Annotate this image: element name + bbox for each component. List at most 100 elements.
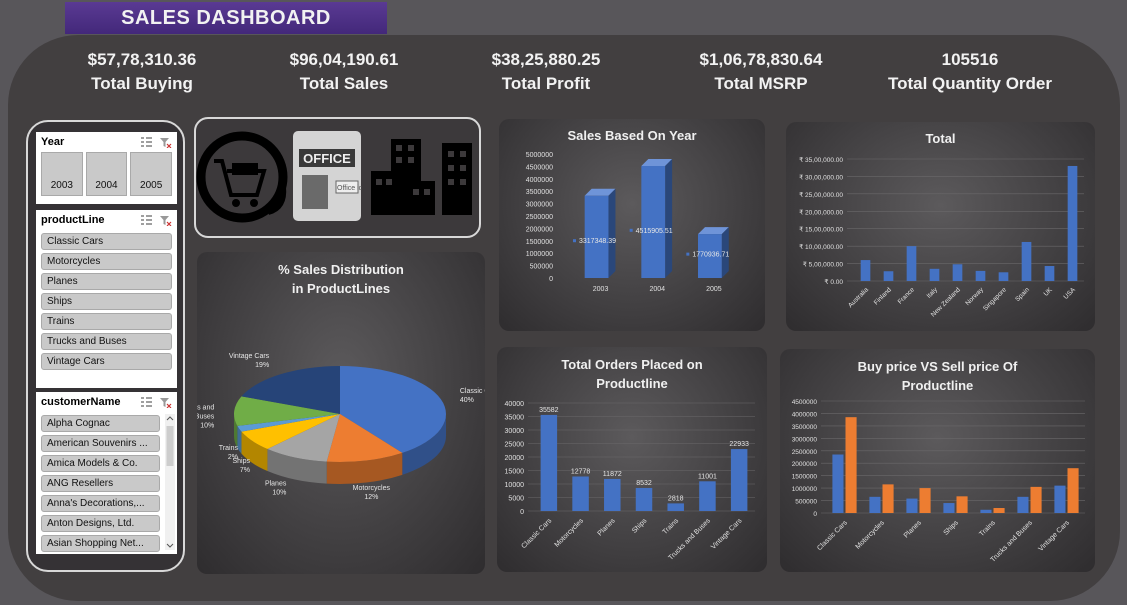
kpi-value: $38,25,880.25 — [491, 50, 601, 69]
y-tick-label: 2000000 — [792, 461, 818, 468]
country-chart-svg: ₹ 35,00,000.00 ₹ 30,00,000.00 ₹ 25,00,000.… — [799, 156, 1084, 319]
x-tick-label: 2003 — [593, 286, 609, 293]
data-label-marker — [573, 239, 576, 243]
pie-chart-svg: Classic Cars40%Motorcycles12%Planes10%Sh… — [197, 353, 485, 501]
x-tick-label: Vintage Cars — [710, 517, 744, 551]
data-label: 12778 — [571, 468, 591, 475]
bar-side — [665, 159, 673, 278]
y-tick-label: 4500000 — [792, 399, 818, 406]
slicer-item-customer[interactable]: Anton Designs, Ltd. — [41, 515, 160, 532]
x-tick-label: Ships — [943, 519, 961, 537]
bar-buy-price — [943, 503, 955, 513]
y-tick-label: ₹ 5,00,000.00 — [803, 261, 844, 269]
slicer-item-year-2004[interactable]: 2004 — [85, 152, 128, 196]
chart-buy-vs-sell: Buy price VS Sell price Of Productline 4… — [780, 349, 1095, 572]
multi-select-icon[interactable] — [140, 214, 153, 226]
slicer-item-productline[interactable]: Trucks and Buses — [41, 333, 172, 350]
x-tick-label: Singapore — [982, 286, 1008, 312]
icon-banner: OFFICE Office ic — [194, 117, 481, 238]
y-tick-label: 5000 — [508, 496, 524, 503]
multi-select-icon[interactable] — [140, 396, 153, 408]
bar — [975, 270, 986, 281]
slicer-item-customer[interactable]: Alpha Cognac — [41, 415, 160, 432]
office-building-icon: OFFICE Office ic — [293, 131, 363, 221]
slicer-item-productline[interactable]: Motorcycles — [41, 253, 172, 270]
chart-sales-by-year: Sales Based On Year 5000000 4500000 400000… — [499, 119, 765, 331]
bar — [730, 449, 748, 511]
customer-scrollbar[interactable] — [165, 414, 175, 550]
x-tick-label: Planes — [903, 519, 923, 539]
kpi-value: 105516 — [941, 50, 999, 69]
data-label: 11872 — [603, 471, 622, 478]
data-label: 22933 — [729, 441, 749, 448]
bar — [1021, 241, 1032, 281]
kpi-label: Total Buying — [91, 74, 193, 93]
data-label: 8532 — [636, 480, 652, 487]
y-tick-label: 1000000 — [526, 251, 553, 258]
bar — [883, 271, 894, 281]
y-tick-label: 2500000 — [526, 214, 553, 221]
y-tick-label: 500000 — [530, 264, 553, 271]
buysell-chart-svg: 4500000 4000000 3500000 3000000 2500000 20000… — [792, 399, 1085, 564]
x-tick-label: Vintage Cars — [1037, 519, 1071, 553]
y-tick-label: 3500000 — [526, 189, 553, 196]
slicer-productline: productLine Classic Cars Motorcycles Pla… — [36, 210, 177, 388]
slicer-header: productLine — [36, 210, 177, 230]
pie-label-name: Classic Cars — [460, 388, 485, 395]
y-tick-label: 15000 — [505, 469, 525, 476]
data-label: 35582 — [539, 407, 559, 414]
shopping-cart-at-icon — [196, 131, 288, 223]
kpi-label: Total MSRP — [714, 74, 808, 93]
multi-select-icon[interactable] — [140, 136, 153, 148]
slicer-item-productline[interactable]: Trains — [41, 313, 172, 330]
bar-side — [608, 188, 616, 278]
clear-filter-icon[interactable] — [159, 137, 172, 148]
slicer-item-productline[interactable]: Classic Cars — [41, 233, 172, 250]
bar — [998, 272, 1009, 281]
y-tick-label: 25000 — [505, 442, 525, 449]
bar-buy-price — [869, 496, 881, 513]
chart-country-total: Total ₹ 35,00,000.00 ₹ 30,00,000.00 ₹ 25,0… — [786, 122, 1095, 331]
x-tick-label: Trains — [662, 517, 681, 536]
bar — [906, 246, 917, 281]
slicer-item-customer[interactable]: American Souvenirs ... — [41, 435, 160, 452]
slicer-item-customer[interactable]: Anna's Decorations,... — [41, 495, 160, 512]
clear-filter-icon[interactable] — [159, 215, 172, 226]
pie-label-pct: 12% — [364, 494, 378, 501]
clear-filter-icon[interactable] — [159, 397, 172, 408]
slicer-item-productline[interactable]: Vintage Cars — [41, 353, 172, 370]
y-tick-label: 10000 — [505, 482, 525, 489]
slicer-item-year-2005[interactable]: 2005 — [130, 152, 173, 196]
slicer-item-customer[interactable]: ANG Resellers — [41, 475, 160, 492]
pie-label-pct: 2% — [228, 454, 238, 461]
slicer-item-productline[interactable]: Planes — [41, 273, 172, 290]
bar-buy-price — [832, 454, 844, 513]
slicer-item-productline[interactable]: Ships — [41, 293, 172, 310]
kpi-total-buying: $57,78,310.36 Total Buying — [72, 50, 212, 94]
pie-label-name: Vintage Cars — [229, 353, 270, 360]
slicer-header: customerName — [36, 392, 177, 412]
y-tick-label: 1500000 — [526, 239, 553, 246]
bar — [1044, 266, 1055, 281]
x-tick-label: Classic Cars — [816, 519, 849, 552]
bar — [860, 260, 871, 281]
slicer-item-customer[interactable]: Asian Shopping Net... — [41, 535, 160, 552]
bar — [572, 476, 589, 511]
slicer-item-year-2003[interactable]: 2003 — [41, 152, 83, 196]
kpi-value: $96,04,190.61 — [289, 50, 399, 69]
x-tick-label: UK — [1043, 286, 1055, 298]
data-label: 1770936.71 — [692, 252, 729, 259]
x-tick-label: Trucks and Buses — [990, 519, 1035, 564]
x-tick-label: Italy — [926, 286, 940, 300]
bar-buy-price — [1054, 485, 1066, 513]
y-tick-label: 2000000 — [526, 226, 553, 233]
y-tick-label: 0 — [549, 276, 553, 283]
slicer-item-customer[interactable]: Amica Models & Co. — [41, 455, 160, 472]
year-chart-svg: 5000000450000040000003500000300000025000… — [526, 152, 730, 293]
bar-buy-price — [906, 498, 918, 513]
slicer-panel: Year 2003 2004 2005 productLine Classic … — [26, 120, 185, 572]
bar-sell-price — [845, 417, 857, 513]
data-label: 11001 — [698, 473, 717, 480]
data-label: 4515905.51 — [636, 228, 673, 235]
orders-chart-svg: 40000 35000 30000 25000 20000 15000 10000 5000 0… — [505, 401, 755, 562]
